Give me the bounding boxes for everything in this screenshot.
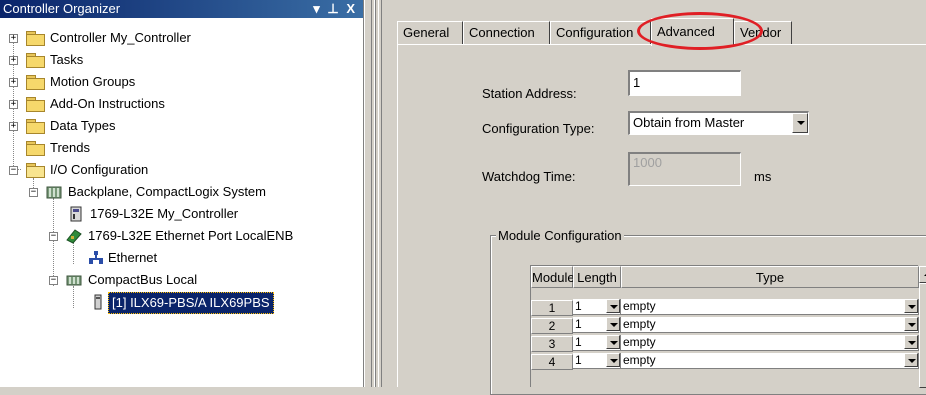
collapse-icon[interactable]: − <box>9 166 18 175</box>
module-properties-pane: General Connection Configuration Advance… <box>383 0 926 395</box>
row-header[interactable]: 4 <box>531 354 573 370</box>
station-address-input[interactable]: 1 <box>628 70 741 96</box>
dropdown-arrow-icon[interactable] <box>904 317 918 331</box>
folder-icon <box>26 31 45 46</box>
length-cell[interactable]: 1 <box>573 299 621 315</box>
dropdown-arrow-icon[interactable] <box>792 113 808 133</box>
scroll-up-icon[interactable] <box>919 266 926 283</box>
organizer-title: Controller Organizer <box>3 1 121 16</box>
network-card-icon <box>66 229 82 244</box>
configuration-type-select[interactable]: Obtain from Master <box>628 111 809 135</box>
row-header[interactable]: 2 <box>531 318 573 334</box>
expand-icon[interactable]: + <box>9 78 18 87</box>
table-vertical-scrollbar[interactable] <box>919 266 926 388</box>
selected-tree-label: [1] ILX69-PBS/A ILX69PBS <box>108 292 274 314</box>
folder-icon <box>26 119 45 134</box>
type-cell[interactable]: empty <box>621 299 919 315</box>
folder-icon <box>26 97 45 112</box>
dropdown-arrow-icon[interactable] <box>904 299 918 313</box>
column-header-length[interactable]: Length <box>573 266 621 288</box>
expand-icon[interactable]: + <box>9 100 18 109</box>
row-header[interactable]: 3 <box>531 336 573 352</box>
watchdog-unit-label: ms <box>754 169 772 184</box>
dropdown-arrow-icon[interactable] <box>606 335 620 349</box>
column-header-module[interactable]: Module <box>531 266 575 288</box>
expand-icon[interactable]: + <box>9 122 18 131</box>
tab-general[interactable]: General <box>397 21 463 45</box>
type-cell[interactable]: empty <box>621 335 919 351</box>
collapse-icon[interactable]: − <box>49 232 58 241</box>
folder-icon <box>26 75 45 90</box>
folder-icon <box>26 53 45 68</box>
module-configuration-table: Module Length Type 1 1 empty 2 1 empty 3… <box>530 265 926 388</box>
type-cell[interactable]: empty <box>621 353 919 369</box>
folder-icon <box>26 141 45 156</box>
tab-connection[interactable]: Connection <box>463 21 550 45</box>
tab-configuration[interactable]: Configuration <box>550 21 651 45</box>
watchdog-time-label: Watchdog Time: <box>482 169 576 184</box>
open-folder-icon <box>26 163 45 178</box>
length-cell[interactable]: 1 <box>573 335 621 351</box>
controller-module-icon <box>70 206 82 222</box>
dropdown-arrow-icon[interactable] <box>904 335 918 349</box>
column-header-type[interactable]: Type <box>621 266 919 288</box>
length-cell[interactable]: 1 <box>573 317 621 333</box>
station-address-label: Station Address: <box>482 86 577 101</box>
collapse-icon[interactable]: − <box>49 276 58 285</box>
dropdown-arrow-icon[interactable] <box>606 299 620 313</box>
pane-splitter[interactable] <box>364 0 382 387</box>
scroll-thumb[interactable] <box>919 283 926 388</box>
io-module-icon <box>94 294 102 310</box>
length-cell[interactable]: 1 <box>573 353 621 369</box>
highlight-circle-annotation <box>637 12 763 50</box>
configuration-type-label: Configuration Type: <box>482 121 595 136</box>
configuration-type-value: Obtain from Master <box>633 115 745 130</box>
ethernet-network-icon <box>89 251 103 264</box>
dropdown-arrow-icon[interactable] <box>606 317 620 331</box>
backplane-icon <box>46 186 62 199</box>
collapse-icon[interactable]: − <box>29 188 38 197</box>
controller-organizer-pane: Controller Organizer ▾ ⊥ X + Controller … <box>0 0 364 387</box>
organizer-title-bar: Controller Organizer ▾ ⊥ X <box>0 0 363 18</box>
dropdown-arrow-icon[interactable] <box>904 353 918 367</box>
dropdown-arrow-icon[interactable] <box>606 353 620 367</box>
expand-icon[interactable]: + <box>9 34 18 43</box>
expand-icon[interactable]: + <box>9 56 18 65</box>
pane-controls[interactable]: ▾ ⊥ X <box>313 0 357 18</box>
module-configuration-legend: Module Configuration <box>496 228 624 243</box>
watchdog-time-input: 1000 <box>628 152 741 186</box>
type-cell[interactable]: empty <box>621 317 919 333</box>
project-tree: + Controller My_Controller + Tasks + Mot… <box>0 18 363 387</box>
row-header[interactable]: 1 <box>531 300 573 316</box>
compactbus-icon <box>66 275 82 286</box>
